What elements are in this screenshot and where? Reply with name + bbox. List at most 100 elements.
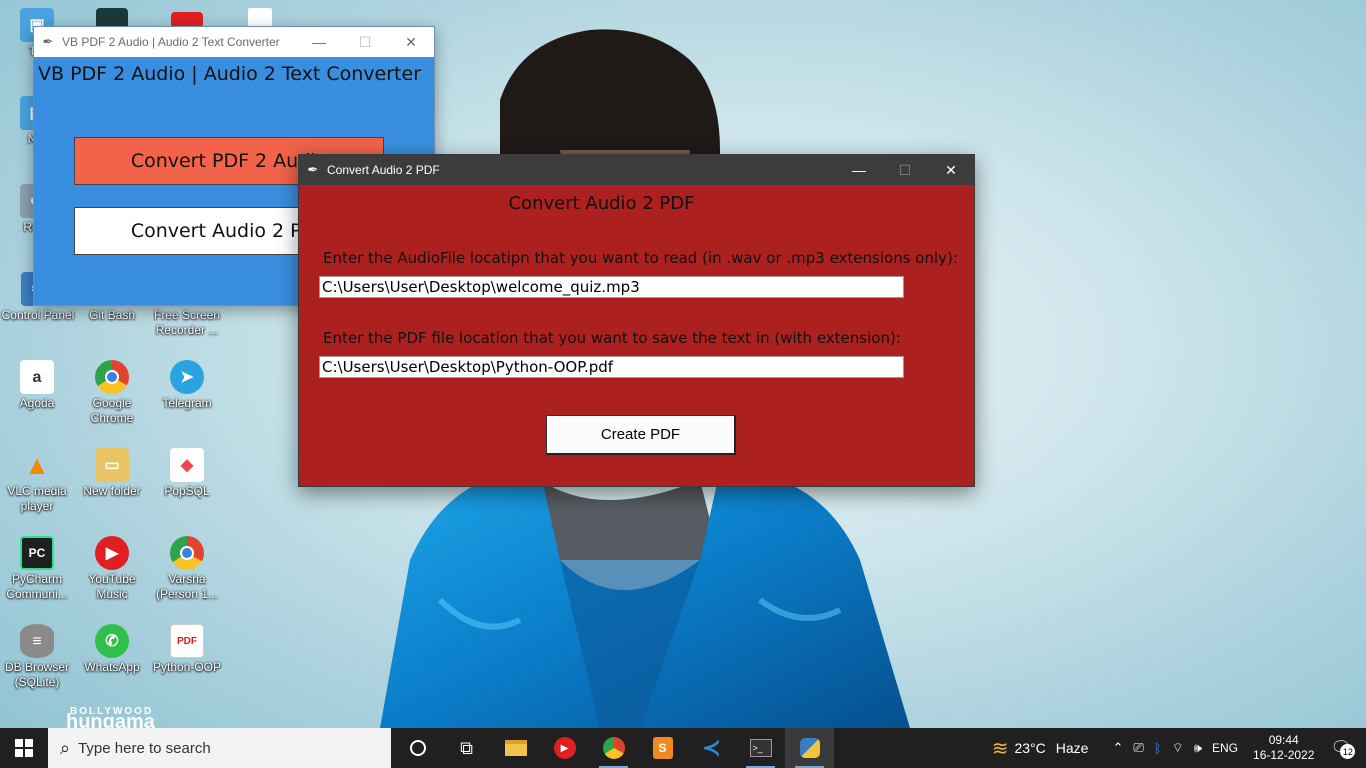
desktop-icon-label: Google Chrome (90, 396, 134, 425)
system-tray: ≋ 23°C Haze ⌃ ⎚ ᛒ ⌔ 🕪 ENG 09:44 16-12-20… (987, 728, 1366, 768)
convert-audio-dialog: ✒ Convert Audio 2 PDF — ☐ ✕ Convert Audi… (298, 154, 975, 487)
dialog-titlebar[interactable]: ✒ Convert Audio 2 PDF — ☐ ✕ (299, 155, 974, 185)
desktop-icon-label: PopSQL (164, 484, 210, 498)
youtube-music-icon: ▶ (553, 737, 576, 759)
desktop-icon-telegram[interactable]: ➤ Telegram (150, 360, 224, 411)
audio-file-label: Enter the AudioFile locatipn that you wa… (323, 249, 958, 267)
database-icon: ≡ (20, 624, 54, 658)
close-button[interactable]: ✕ (388, 27, 434, 57)
language-indicator[interactable]: ENG (1207, 741, 1243, 755)
close-button[interactable]: ✕ (928, 155, 974, 185)
search-icon: ⌕ (60, 737, 71, 758)
pdf-file-icon: PDF (170, 624, 204, 658)
taskbar-chrome[interactable] (589, 728, 638, 768)
haze-weather-icon: ≋ (991, 737, 1009, 760)
clock-date: 16-12-2022 (1253, 748, 1315, 762)
pdf-file-input[interactable] (319, 356, 904, 378)
desktop-icon-label: DB Browser (SQLite) (4, 660, 69, 689)
volume-icon[interactable]: 🕪 (1189, 740, 1207, 756)
vlc-icon: ▲ (24, 449, 50, 480)
folder-icon: ▭ (95, 448, 129, 482)
terminal-icon: >_ (749, 739, 772, 757)
python-icon (799, 738, 820, 758)
desktop-icon-new-folder[interactable]: ▭ New folder (75, 448, 149, 499)
cortana-button[interactable] (393, 728, 442, 768)
folder-icon (504, 740, 527, 756)
taskbar-file-explorer[interactable] (491, 728, 540, 768)
main-window-heading: VB PDF 2 Audio | Audio 2 Text Converter (38, 63, 422, 85)
bollywood-hungama-watermark: BOLLYWOOD hungama (36, 706, 176, 732)
desktop-icon-popsql[interactable]: ◆ PopSQL (150, 448, 224, 499)
music-file-icon[interactable] (248, 8, 272, 28)
meet-now-icon[interactable]: ⎚ (1128, 740, 1148, 756)
minimize-button[interactable]: — (296, 27, 342, 57)
weather-desc: Haze (1055, 740, 1089, 756)
taskbar-sublime-text[interactable]: S (638, 728, 687, 768)
maximize-button[interactable]: ☐ (882, 155, 928, 185)
feather-icon: ✒ (42, 34, 54, 49)
cortana-icon (409, 740, 426, 756)
desktop-icon-varsha-chrome[interactable]: Varsha (Person 1... (150, 536, 224, 602)
taskbar-youtube-music[interactable]: ▶ (540, 728, 589, 768)
notification-badge: 12 (1340, 744, 1356, 759)
agoda-icon: a (20, 360, 54, 394)
create-pdf-button[interactable]: Create PDF (546, 415, 736, 455)
desktop-icon-label: Free Screen Recorder ... (153, 308, 221, 337)
chrome-icon (602, 737, 625, 759)
search-placeholder: Type here to search (78, 739, 211, 757)
desktop-icon-label: Python-OOP (152, 660, 222, 674)
dialog-title: Convert Audio 2 PDF (327, 163, 440, 177)
sublime-icon: S (652, 737, 673, 759)
desktop-icon-label: Telegram (162, 396, 212, 410)
clock-time: 09:44 (1268, 733, 1299, 747)
desktop-icon-youtube-music[interactable]: ▶ YouTube Music (75, 536, 149, 602)
dialog-heading: Convert Audio 2 PDF (508, 193, 695, 214)
notification-center[interactable]: 🗨 12 (1324, 738, 1366, 759)
desktop-icon-label: YouTube Music (88, 572, 136, 601)
minimize-button[interactable]: — (836, 155, 882, 185)
desktop-icon-agoda[interactable]: a Agoda (0, 360, 74, 411)
desktop-icon-whatsapp[interactable]: ✆ WhatsApp (75, 624, 149, 675)
bluetooth-icon[interactable]: ᛒ (1149, 741, 1167, 756)
main-window-titlebar[interactable]: ✒ VB PDF 2 Audio | Audio 2 Text Converte… (34, 27, 434, 57)
start-button[interactable] (0, 728, 48, 768)
desktop-icon-label: New folder (83, 484, 141, 498)
pycharm-icon: PC (20, 536, 54, 570)
taskbar-vscode[interactable]: ≺ (687, 728, 736, 768)
desktop-icon-label: Git Bash (88, 308, 136, 322)
desktop-icon-label: VLC media player (7, 484, 67, 513)
task-view-button[interactable]: ⧉ (442, 728, 491, 768)
desktop-icon-pycharm[interactable]: PC PyCharm Communi... (0, 536, 74, 602)
main-window-title: VB PDF 2 Audio | Audio 2 Text Converter (62, 35, 280, 49)
taskbar-search-box[interactable]: ⌕ Type here to search (48, 728, 391, 768)
desktop-icon-python-oop[interactable]: PDF Python-OOP (150, 624, 224, 675)
task-view-icon: ⧉ (460, 737, 473, 758)
desktop-icon-label: Agoda (19, 396, 55, 410)
clock[interactable]: 09:44 16-12-2022 (1243, 733, 1324, 763)
pdf-file-label: Enter the PDF file location that you wan… (323, 329, 901, 347)
chevron-up-icon[interactable]: ⌃ (1107, 740, 1128, 756)
telegram-icon: ➤ (170, 360, 204, 394)
weather-widget[interactable]: ≋ 23°C Haze (987, 736, 1094, 761)
wifi-icon[interactable]: ⌔ (1167, 740, 1189, 756)
youtube-music-icon: ▶ (95, 536, 129, 570)
audio-file-input[interactable] (319, 276, 904, 298)
taskbar-python[interactable] (785, 728, 834, 768)
desktop-icon-vlc[interactable]: ▲ VLC media player (0, 448, 74, 514)
desktop-icon-label: Control Panel (1, 308, 75, 322)
desktop-icon-label: Varsha (Person 1... (155, 572, 219, 601)
windows-icon (15, 739, 33, 757)
vscode-icon: ≺ (702, 735, 721, 760)
chrome-profile-icon (170, 536, 204, 570)
maximize-button[interactable]: ☐ (342, 27, 388, 57)
taskbar-terminal[interactable]: >_ (736, 728, 785, 768)
desktop-icon-db-browser[interactable]: ≡ DB Browser (SQLite) (0, 624, 74, 690)
weather-temp: 23°C (1014, 740, 1046, 756)
chrome-icon (95, 360, 129, 394)
desktop-icon-google-chrome[interactable]: Google Chrome (75, 360, 149, 426)
whatsapp-icon: ✆ (95, 624, 129, 658)
feather-icon: ✒ (307, 162, 319, 177)
desktop-icon-label: WhatsApp (84, 660, 140, 674)
popsql-icon: ◆ (170, 448, 204, 482)
taskbar: ⌕ Type here to search ⧉ ▶ S ≺ >_ ≋ 23°C … (0, 728, 1366, 768)
